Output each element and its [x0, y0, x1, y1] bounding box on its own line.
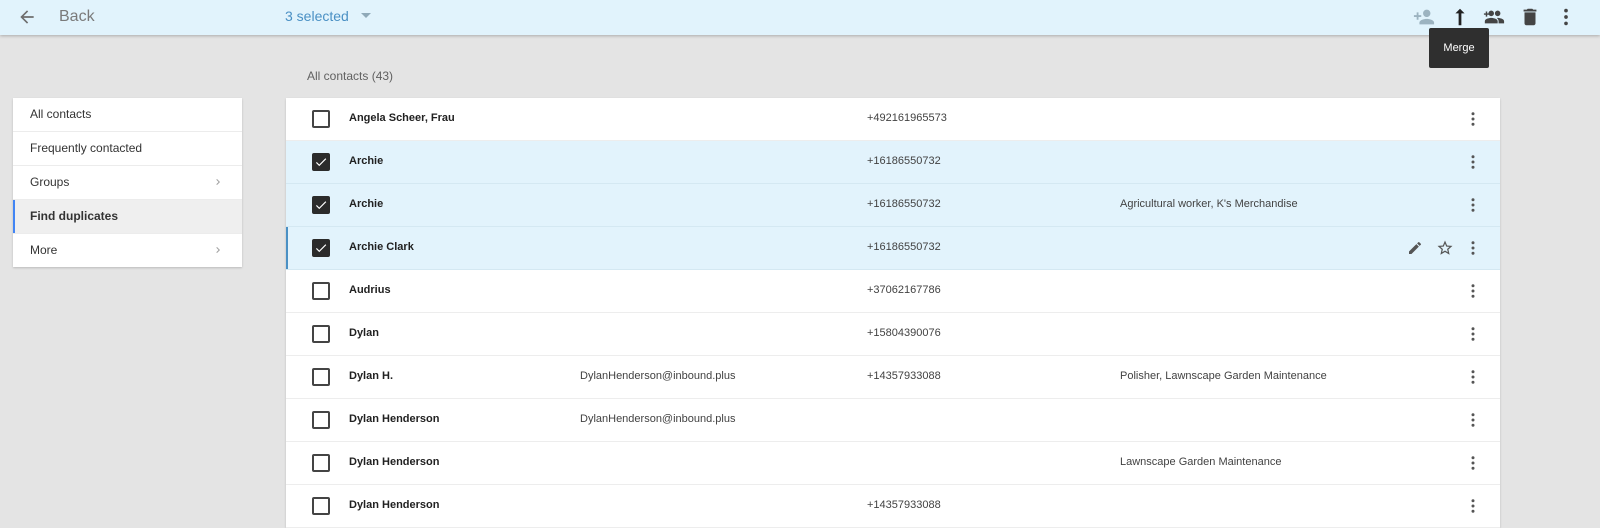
- row-checkbox[interactable]: [312, 368, 330, 386]
- contact-name[interactable]: Archie: [349, 155, 383, 167]
- table-row[interactable]: Dylan Henderson DylanHenderson@inbound.pl…: [286, 399, 1500, 442]
- back-button[interactable]: Back: [59, 8, 95, 26]
- table-row[interactable]: Dylan Henderson Lawnscape Garden Maintena…: [286, 442, 1500, 485]
- sidebar-item-find-duplicates[interactable]: Find duplicates: [13, 200, 242, 234]
- pencil-icon[interactable]: [1407, 240, 1423, 256]
- contact-name[interactable]: Dylan Henderson: [349, 499, 439, 511]
- contact-organization: Lawnscape Garden Maintenance: [1120, 456, 1282, 468]
- contact-name[interactable]: Dylan Henderson: [349, 456, 439, 468]
- sidebar-item-more[interactable]: More: [13, 234, 242, 267]
- contact-name[interactable]: Dylan H.: [349, 370, 393, 382]
- more-vert-icon[interactable]: [1464, 196, 1482, 214]
- contact-name[interactable]: Angela Scheer, Frau: [349, 112, 455, 124]
- selection-count-dropdown[interactable]: 3 selected: [285, 8, 349, 24]
- more-vert-icon[interactable]: [1464, 368, 1482, 386]
- table-row[interactable]: Dylan Henderson +14357933088: [286, 485, 1500, 528]
- trash-icon[interactable]: [1519, 6, 1541, 28]
- contact-phone: +37062167786: [867, 284, 941, 296]
- sidebar-nav: All contacts Frequently contacted Groups…: [13, 98, 242, 267]
- more-vert-icon[interactable]: [1464, 282, 1482, 300]
- sidebar-item-groups[interactable]: Groups: [13, 166, 242, 200]
- contact-name[interactable]: Audrius: [349, 284, 391, 296]
- table-row[interactable]: Dylan +15804390076: [286, 313, 1500, 356]
- contacts-list: Angela Scheer, Frau +492161965573 Archie +1…: [286, 98, 1500, 528]
- more-vert-icon[interactable]: [1464, 153, 1482, 171]
- contact-phone: +14357933088: [867, 370, 941, 382]
- row-checkbox[interactable]: [312, 153, 330, 171]
- merge-tooltip: Merge: [1429, 28, 1489, 68]
- contact-phone: +16186550732: [867, 155, 941, 167]
- contact-name[interactable]: Dylan Henderson: [349, 413, 439, 425]
- table-row[interactable]: Archie +16186550732: [286, 141, 1500, 184]
- contact-email: DylanHenderson@inbound.plus: [580, 370, 736, 382]
- row-checkbox[interactable]: [312, 282, 330, 300]
- sidebar-item-label: All contacts: [30, 107, 92, 121]
- more-vert-icon[interactable]: [1464, 110, 1482, 128]
- row-checkbox[interactable]: [312, 196, 330, 214]
- top-app-bar: Back 3 selected: [0, 0, 1600, 35]
- contacts-count-heading: All contacts (43): [307, 69, 394, 83]
- chevron-down-icon[interactable]: [361, 13, 371, 18]
- arrow-back-icon[interactable]: [17, 7, 37, 27]
- sidebar-item-all-contacts[interactable]: All contacts: [13, 98, 242, 132]
- star-outline-icon[interactable]: [1436, 239, 1454, 257]
- contact-organization: Polisher, Lawnscape Garden Maintenance: [1120, 370, 1327, 382]
- contact-phone: +492161965573: [867, 112, 947, 124]
- more-vert-icon[interactable]: [1464, 325, 1482, 343]
- sidebar-item-label: More: [30, 243, 58, 257]
- contact-phone: +14357933088: [867, 499, 941, 511]
- row-checkbox[interactable]: [312, 325, 330, 343]
- contact-name[interactable]: Archie Clark: [349, 241, 414, 253]
- add-to-group-icon[interactable]: [1483, 6, 1505, 28]
- sidebar-item-label: Frequently contacted: [30, 141, 143, 155]
- chevron-right-icon: [216, 247, 220, 253]
- sidebar-item-label: Find duplicates: [30, 209, 119, 223]
- sidebar-item-frequently-contacted[interactable]: Frequently contacted: [13, 132, 242, 166]
- table-row[interactable]: Audrius +37062167786: [286, 270, 1500, 313]
- contact-organization: Agricultural worker, K's Merchandise: [1120, 198, 1298, 210]
- table-row[interactable]: Dylan H. DylanHenderson@inbound.plus +1435…: [286, 356, 1500, 399]
- more-vert-icon[interactable]: [1464, 497, 1482, 515]
- row-checkbox[interactable]: [312, 497, 330, 515]
- contact-phone: +15804390076: [867, 327, 941, 339]
- chevron-right-icon: [216, 179, 220, 185]
- row-checkbox[interactable]: [312, 110, 330, 128]
- table-row[interactable]: Archie Clark +16186550732: [286, 227, 1500, 270]
- sidebar-item-label: Groups: [30, 175, 70, 189]
- more-vert-icon[interactable]: [1464, 239, 1482, 257]
- table-row[interactable]: Archie +16186550732 Agricultural worker, K…: [286, 184, 1500, 227]
- row-checkbox[interactable]: [312, 239, 330, 257]
- row-checkbox[interactable]: [312, 411, 330, 429]
- contact-name[interactable]: Archie: [349, 198, 383, 210]
- more-vert-icon[interactable]: [1464, 454, 1482, 472]
- table-row[interactable]: Angela Scheer, Frau +492161965573: [286, 98, 1500, 141]
- more-vert-icon[interactable]: [1555, 6, 1577, 28]
- contact-phone: +16186550732: [867, 241, 941, 253]
- merge-icon[interactable]: [1449, 6, 1471, 28]
- add-person-icon[interactable]: [1413, 6, 1435, 28]
- contact-email: DylanHenderson@inbound.plus: [580, 413, 736, 425]
- more-vert-icon[interactable]: [1464, 411, 1482, 429]
- row-checkbox[interactable]: [312, 454, 330, 472]
- contact-name[interactable]: Dylan: [349, 327, 379, 339]
- contact-phone: +16186550732: [867, 198, 941, 210]
